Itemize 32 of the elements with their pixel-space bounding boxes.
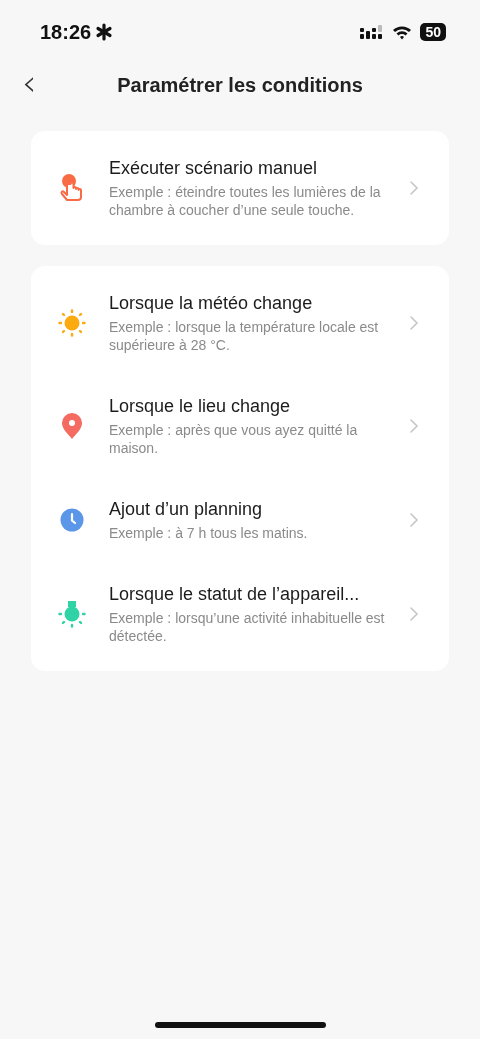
- condition-item[interactable]: Lorsque le lieu change Exemple : après que vous ayez quitté la maison.: [31, 395, 449, 457]
- location-pin-icon: [61, 412, 83, 440]
- condition-description: Exemple : lorsqu’une activité inhabituelle est détectée.: [109, 609, 385, 645]
- condition-item[interactable]: Lorsque le statut de l’appareil... Exemple : lorsqu’une activité inhabituelle est détectée.: [31, 583, 449, 645]
- condition-title: Lorsque le lieu change: [109, 395, 292, 417]
- chevron-right-icon: [409, 418, 419, 434]
- wifi-icon: [392, 24, 413, 40]
- back-button[interactable]: ‹: [18, 68, 41, 98]
- condition-title: Lorsque la météo change: [109, 292, 314, 314]
- light-bulb-icon: [58, 600, 86, 628]
- condition-description: Exemple : éteindre toutes les lumières de la chambre à coucher d’une seule touche.: [109, 183, 382, 219]
- page-title: Paramétrer les conditions: [117, 73, 363, 98]
- chevron-right-icon: [409, 180, 419, 196]
- status-time: 18:26: [40, 20, 92, 44]
- chevron-right-icon: [409, 512, 419, 528]
- signal-icon: [360, 24, 385, 40]
- condition-title: Lorsque le statut de l’appareil...: [109, 583, 361, 605]
- condition-item[interactable]: Ajout d’un planning Exemple : à 7 h tous les matins.: [31, 498, 449, 542]
- chevron-right-icon: [409, 606, 419, 622]
- tap-hand-icon: [59, 173, 85, 203]
- clock-icon: [60, 508, 84, 532]
- condition-item[interactable]: Exécuter scénario manuel Exemple : éteindre toutes les lumières de la chambre à coucher d’une seule touche.: [31, 157, 449, 219]
- condition-title: Ajout d’un planning: [109, 498, 264, 520]
- condition-description: Exemple : à 7 h tous les matins.: [109, 524, 309, 542]
- battery-icon: 50: [420, 23, 446, 41]
- asterisk-icon: [95, 23, 114, 41]
- condition-title: Exécuter scénario manuel: [109, 157, 319, 179]
- condition-item[interactable]: Lorsque la météo change Exemple : lorsque la température locale est supérieure à 28 °C.: [31, 292, 449, 354]
- condition-description: Exemple : après que vous ayez quitté la maison.: [109, 421, 359, 457]
- chevron-right-icon: [409, 315, 419, 331]
- condition-description: Exemple : lorsque la température locale est supérieure à 28 °C.: [109, 318, 380, 354]
- sun-icon: [58, 309, 86, 337]
